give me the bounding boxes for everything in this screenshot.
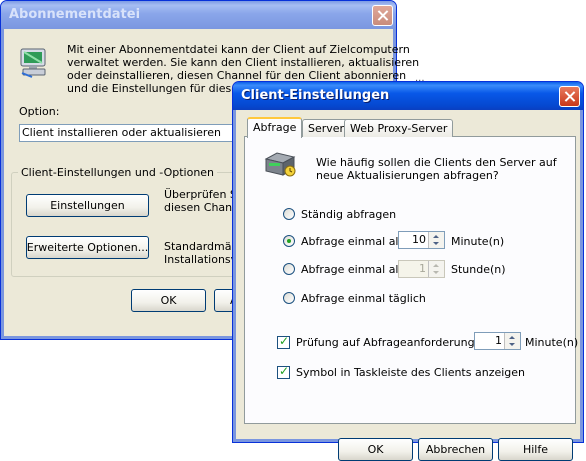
hours-value: 1 [419,262,426,275]
tab-web-proxy-server[interactable]: Web Proxy-Server [344,119,454,137]
hours-spinner[interactable]: 1 [398,260,445,278]
title-bar[interactable]: Abonnementdatei [1,1,396,29]
tab-server[interactable]: Server [302,119,351,137]
tab-abfrage[interactable]: Abfrage [247,117,303,138]
spinner-arrows[interactable] [504,333,520,349]
server-icon [264,152,296,177]
minutes-unit-label: Minute(n) [451,235,505,248]
hours-unit-label: Stunde(n) [451,263,506,276]
radio-every-minutes-label: Abfrage einmal alle [301,235,409,248]
arrow-up-icon[interactable] [433,264,439,267]
ok-button[interactable]: OK [131,289,206,312]
ok-button[interactable]: OK [338,438,413,461]
minutes-value: 10 [412,233,426,246]
request-value: 1 [495,334,502,347]
option-label: Option: [19,105,60,118]
arrow-up-icon[interactable] [433,235,439,238]
spinner-arrows[interactable] [428,261,444,277]
minutes-spinner[interactable]: 10 [398,231,445,249]
advanced-options-button[interactable]: Erweiterte Optionen... [26,236,149,259]
radio-every-hours-label: Abfrage einmal alle [301,263,409,276]
spinner-arrows[interactable] [428,232,444,248]
check-request-interval[interactable] [277,334,290,349]
question-line-2: neue Aktualisierungen abfragen? [316,169,499,182]
radio-daily[interactable] [283,292,295,304]
radio-daily-label: Abfrage einmal täglich [301,292,426,305]
question-line-1: Wie häufig sollen die Clients den Server… [316,156,557,169]
arrow-up-icon[interactable] [509,336,515,339]
radio-every-hours[interactable] [283,263,295,275]
intro-text-line-1: Mit einer Abonnementdatei kann der Clien… [67,43,410,56]
close-icon[interactable] [559,86,580,107]
radio-always-label: Ständig abfragen [301,208,397,221]
check-tray-icon[interactable] [277,364,290,379]
request-unit-label: Minute(n) [525,336,579,349]
close-icon[interactable] [372,5,393,26]
request-spinner[interactable]: 1 [474,332,521,350]
radio-every-minutes[interactable] [283,235,295,247]
help-button[interactable]: Hilfe [498,438,573,461]
title-bar[interactable]: Client-Einstellungen [233,82,583,110]
arrow-down-icon[interactable] [433,271,439,274]
client-settings-group-label: Client-Einstellungen und -Optionen [18,166,218,179]
client-settings-dialog: Client-Einstellungen Server Web Proxy-Se… [232,81,584,461]
dialog-title: Client-Einstellungen [241,88,390,103]
dialog-title: Abonnementdatei [9,7,141,22]
dialog-body: Server Web Proxy-Server Abfrage Wie häuf… [236,110,580,461]
check-tray-icon-label: Symbol in Taskleiste des Clients anzeige… [296,366,526,379]
cancel-button[interactable]: Abbrechen [418,438,493,461]
arrow-down-icon[interactable] [433,242,439,245]
intro-text-line-2: verwaltet werden. Sie kann den Client in… [67,56,420,69]
intro-text-line-4: und die Einstellungen für diesen C [67,82,257,95]
settings-button[interactable]: Einstellungen [26,194,149,217]
radio-always[interactable] [283,208,295,220]
check-request-interval-label: Prüfung auf Abfrageanforderung alle [296,336,498,349]
arrow-down-icon[interactable] [509,343,515,346]
computer-icon [20,48,46,78]
option-dropdown-value: Client installieren oder aktualisieren [22,126,221,139]
